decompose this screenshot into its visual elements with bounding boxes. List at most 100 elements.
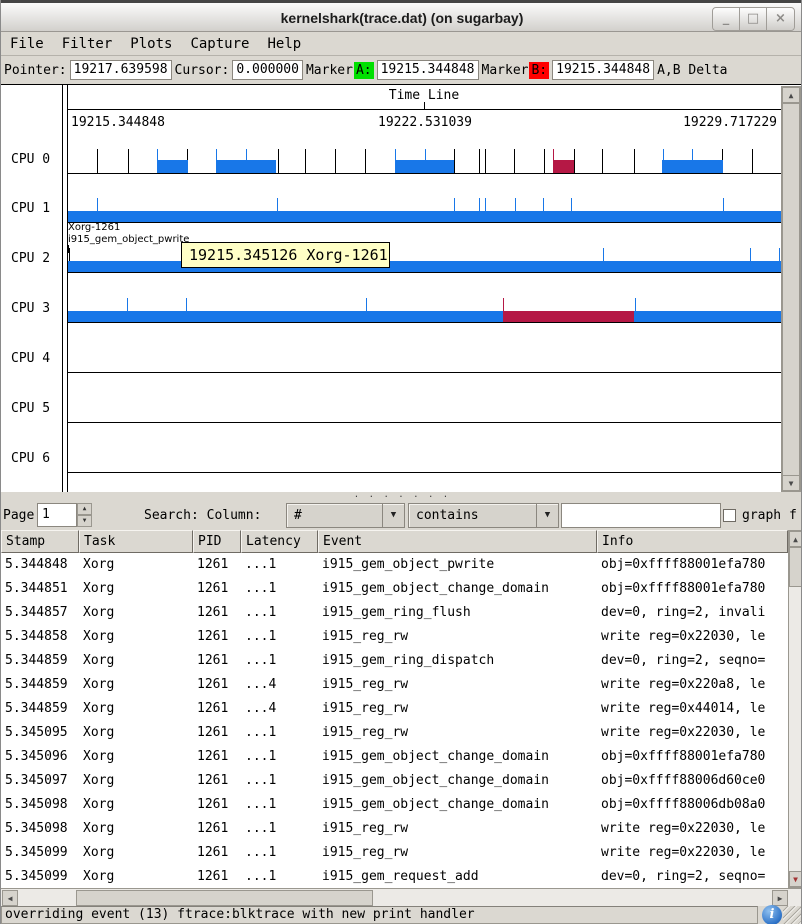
menu-item-capture[interactable]: Capture	[181, 34, 258, 54]
cpu-row-3[interactable]	[68, 298, 781, 323]
table-cell: ...1	[241, 865, 318, 888]
event-tick	[454, 149, 455, 173]
table-row[interactable]: 5.345096Xorg1261...1i915_gem_object_chan…	[1, 745, 788, 769]
table-cell: 1261	[193, 769, 241, 793]
table-cell: dev=0, ring=2, seqno=	[597, 865, 788, 888]
table-cell: 1261	[193, 865, 241, 888]
timeline-plot[interactable]: Time Line 19215.344848 19222.531039 1922…	[67, 85, 780, 493]
timeline-tooltip: 19215.345126 Xorg-1261	[181, 242, 390, 268]
marker-bar: Pointer: 19217.639598 Cursor: 0.000000 M…	[1, 56, 802, 84]
table-cell: ...1	[241, 601, 318, 625]
cpu-row-6[interactable]	[68, 448, 781, 473]
table-row[interactable]: 5.344859Xorg1261...1i915_gem_ring_dispat…	[1, 649, 788, 673]
table-cell: 5.344859	[1, 673, 79, 697]
maximize-button[interactable]: □	[740, 8, 767, 30]
table-cell: 1261	[193, 649, 241, 673]
graph-scroll-thumb[interactable]	[782, 103, 800, 477]
match-select[interactable]: contains ▼	[408, 503, 559, 528]
timeline-ruler	[68, 109, 781, 110]
scroll-right-icon[interactable]: ▶	[772, 890, 788, 906]
info-icon[interactable]: i	[762, 905, 782, 924]
window-title: kernelshark(trace.dat) (on sugarbay)	[1, 10, 802, 26]
cpu-label-1: CPU 1	[11, 201, 50, 216]
event-tick	[128, 149, 129, 173]
table-cell: obj=0xffff88001efa780	[597, 577, 788, 601]
cpu-row-5[interactable]	[68, 398, 781, 423]
scroll-up-icon[interactable]: ▲	[789, 531, 802, 547]
table-cell: ...1	[241, 721, 318, 745]
table-cell: obj=0xffff88006d60ce0	[597, 769, 788, 793]
column-header-stamp[interactable]: Stamp	[1, 530, 79, 553]
column-header-info[interactable]: Info	[597, 530, 788, 553]
table-cell: write reg=0x22030, le	[597, 625, 788, 649]
column-header-pid[interactable]: PID	[193, 530, 241, 553]
chevron-down-icon[interactable]: ▼	[536, 504, 558, 527]
cpu-label-3: CPU 3	[11, 301, 50, 316]
cpu2-task-label: Xorg-1261	[68, 222, 120, 233]
table-cell: write reg=0x220a8, le	[597, 673, 788, 697]
cpu-row-4[interactable]	[68, 348, 781, 373]
table-scroll-thumb[interactable]	[789, 547, 802, 587]
scroll-down-icon[interactable]: ▼	[782, 475, 800, 491]
table-row[interactable]: 5.345099Xorg1261...1i915_reg_rwwrite reg…	[1, 841, 788, 865]
graph-follows-checkbox[interactable]	[723, 509, 736, 522]
scroll-down-icon[interactable]: ▼	[789, 871, 802, 887]
column-header-latency[interactable]: Latency	[241, 530, 318, 553]
table-row[interactable]: 5.344857Xorg1261...1i915_gem_ring_flushd…	[1, 601, 788, 625]
task-bar	[395, 160, 454, 173]
table-cell: 1261	[193, 625, 241, 649]
scroll-up-icon[interactable]: ▲	[782, 87, 800, 103]
spin-up-icon[interactable]: ▲	[77, 503, 92, 515]
event-table[interactable]: 5.344848Xorg1261...1i915_gem_object_pwri…	[1, 553, 788, 888]
column-header-event[interactable]: Event	[318, 530, 597, 553]
table-cell: obj=0xffff88001efa780	[597, 745, 788, 769]
page-spinbox[interactable]: 1	[37, 503, 77, 527]
cpu-row-2[interactable]	[68, 248, 781, 273]
resize-grip[interactable]	[783, 906, 802, 924]
table-row[interactable]: 5.345098Xorg1261...1i915_reg_rwwrite reg…	[1, 817, 788, 841]
hscroll-thumb[interactable]	[76, 890, 373, 906]
pane-splitter[interactable]: . . . . . . .	[1, 492, 802, 500]
menu-item-help[interactable]: Help	[258, 34, 310, 54]
table-horizontal-scrollbar[interactable]: ◀ ▶	[1, 888, 802, 906]
menu-item-filter[interactable]: Filter	[53, 34, 122, 54]
menu-item-file[interactable]: File	[1, 34, 53, 54]
marker-a-value: 19215.344848	[377, 60, 479, 80]
chevron-down-icon[interactable]: ▼	[382, 504, 404, 527]
graph-vertical-scrollbar[interactable]: ▲ ▼	[781, 86, 801, 492]
column-header-task[interactable]: Task	[79, 530, 193, 553]
task-bar	[68, 311, 781, 322]
title-bar[interactable]: kernelshark(trace.dat) (on sugarbay) _ □…	[1, 0, 802, 32]
cpu-row-0[interactable]	[68, 149, 781, 174]
table-row[interactable]: 5.344851Xorg1261...1i915_gem_object_chan…	[1, 577, 788, 601]
menu-item-plots[interactable]: Plots	[121, 34, 181, 54]
table-cell: write reg=0x22030, le	[597, 841, 788, 865]
table-cell: ...1	[241, 745, 318, 769]
table-row[interactable]: 5.345099Xorg1261...1i915_gem_request_add…	[1, 865, 788, 888]
search-column-label: Search: Column:	[144, 508, 261, 523]
table-cell: 1261	[193, 673, 241, 697]
search-input[interactable]	[561, 503, 721, 528]
scroll-left-icon[interactable]: ◀	[2, 890, 18, 906]
table-cell: 1261	[193, 745, 241, 769]
table-cell: ...1	[241, 553, 318, 577]
table-row[interactable]: 5.345097Xorg1261...1i915_gem_object_chan…	[1, 769, 788, 793]
table-cell: Xorg	[79, 553, 193, 577]
spin-down-icon[interactable]: ▼	[77, 515, 92, 527]
table-row[interactable]: 5.344859Xorg1261...4i915_reg_rwwrite reg…	[1, 673, 788, 697]
table-row[interactable]: 5.345095Xorg1261...1i915_reg_rwwrite reg…	[1, 721, 788, 745]
table-row[interactable]: 5.344848Xorg1261...1i915_gem_object_pwri…	[1, 553, 788, 577]
table-cell: ...1	[241, 793, 318, 817]
task-bar	[216, 160, 276, 173]
table-row[interactable]: 5.344858Xorg1261...1i915_reg_rwwrite reg…	[1, 625, 788, 649]
timeline-graph[interactable]: CPU 0CPU 1CPU 2CPU 3CPU 4CPU 5CPU 6 Time…	[1, 84, 802, 492]
column-select[interactable]: # ▼	[286, 503, 405, 528]
window-buttons: _ □ ×	[712, 7, 795, 31]
table-vertical-scrollbar[interactable]: ▲ ▼	[788, 530, 802, 888]
table-row[interactable]: 5.345098Xorg1261...1i915_gem_object_chan…	[1, 793, 788, 817]
table-cell: ...1	[241, 649, 318, 673]
table-row[interactable]: 5.344859Xorg1261...4i915_reg_rwwrite reg…	[1, 697, 788, 721]
cpu-row-1[interactable]	[68, 198, 781, 223]
minimize-button[interactable]: _	[713, 8, 740, 30]
close-button[interactable]: ×	[767, 8, 794, 30]
